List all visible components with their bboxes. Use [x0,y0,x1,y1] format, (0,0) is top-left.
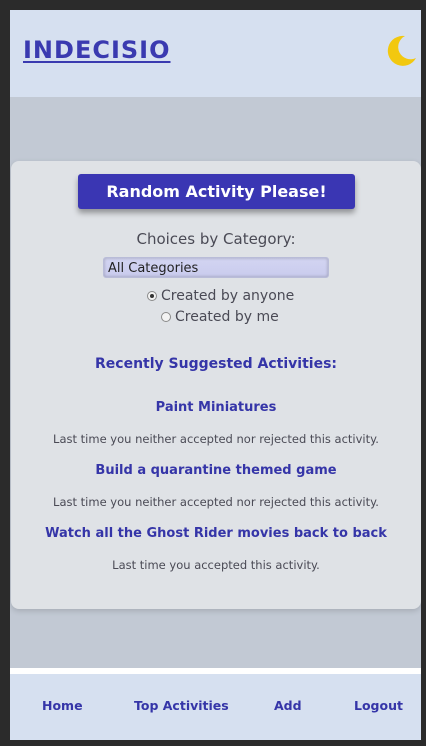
activity-status: Last time you neither accepted nor rejec… [53,432,379,446]
nav-top-activities[interactable]: Top Activities [134,698,229,713]
activity-status: Last time you accepted this activity. [112,558,320,572]
header: INDECISIO [10,10,421,97]
logo-link[interactable]: INDECISIO [23,36,171,64]
radio-created-by-me[interactable]: Created by me [161,309,279,325]
category-select[interactable]: All Categories [103,257,329,278]
moon-icon[interactable] [384,34,418,68]
radio-label: Created by anyone [161,288,295,304]
app-container: INDECISIO Random Activity Please! Choice… [10,10,421,740]
nav-add[interactable]: Add [274,698,302,713]
activity-card: Random Activity Please! Choices by Categ… [11,161,421,609]
radio-label: Created by me [175,309,279,325]
random-activity-button[interactable]: Random Activity Please! [78,174,355,209]
activity-title[interactable]: Watch all the Ghost Rider movies back to… [11,526,421,541]
choices-by-category-label: Choices by Category: [136,230,296,248]
activity-title[interactable]: Paint Miniatures [11,400,421,415]
nav-logout[interactable]: Logout [354,698,403,713]
radio-created-by-anyone[interactable]: Created by anyone [147,288,294,304]
radio-button[interactable] [161,312,171,322]
nav-home[interactable]: Home [42,698,83,713]
radio-button-checked[interactable] [147,291,157,301]
activity-status: Last time you neither accepted nor rejec… [53,495,379,509]
activity-title[interactable]: Build a quarantine themed game [11,463,421,478]
footer-nav: Home Top Activities Add Logout [10,674,421,740]
recent-activities-heading: Recently Suggested Activities: [95,356,337,372]
